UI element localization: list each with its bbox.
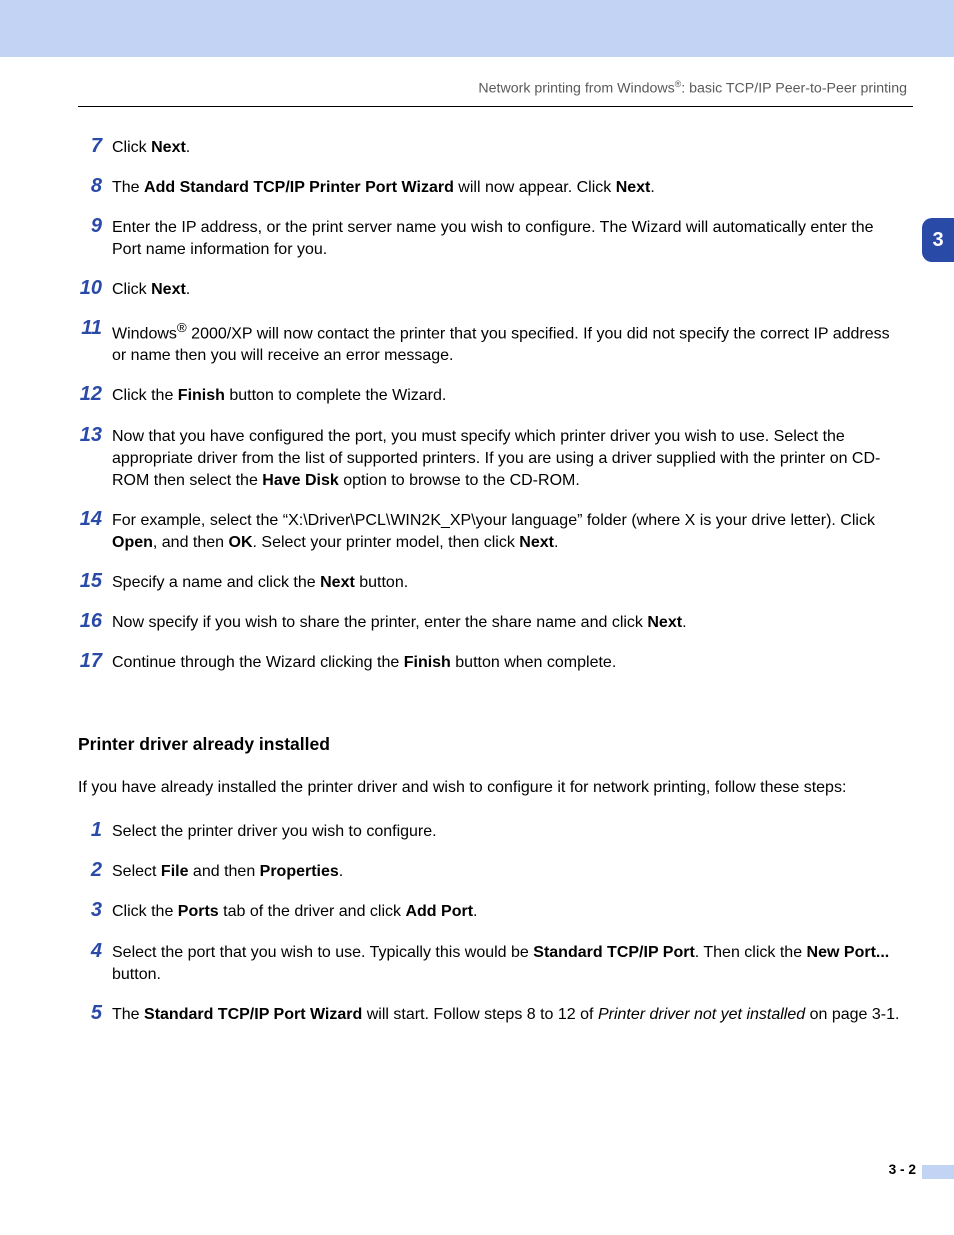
step-number: 10: [78, 278, 112, 299]
header-divider: [78, 106, 913, 107]
running-header: Network printing from Windows®: basic TC…: [78, 78, 913, 100]
step-text: Now that you have configured the port, y…: [112, 426, 903, 492]
step-text: Select the printer driver you wish to co…: [112, 821, 903, 843]
step-item: 5The Standard TCP/IP Port Wizard will st…: [78, 1004, 903, 1026]
step-item: 3Click the Ports tab of the driver and c…: [78, 901, 903, 923]
page-number: 3 - 2: [889, 1162, 916, 1177]
step-text: Specify a name and click the Next button…: [112, 572, 903, 594]
step-item: 11Windows® 2000/XP will now contact the …: [78, 319, 903, 367]
step-text: Click the Finish button to complete the …: [112, 385, 903, 407]
step-text: Select the port that you wish to use. Ty…: [112, 942, 903, 986]
step-item: 2Select File and then Properties.: [78, 861, 903, 883]
step-text: The Add Standard TCP/IP Printer Port Wiz…: [112, 177, 903, 199]
step-text: Windows® 2000/XP will now contact the pr…: [112, 319, 903, 367]
step-item: 7Click Next.: [78, 137, 903, 159]
step-text: For example, select the “X:\Driver\PCL\W…: [112, 510, 903, 554]
footer-accent: [922, 1165, 954, 1179]
step-number: 11: [78, 318, 112, 339]
step-item: 10Click Next.: [78, 279, 903, 301]
step-number: 14: [78, 509, 112, 530]
step-text: Click Next.: [112, 279, 903, 301]
chapter-tab: 3: [922, 218, 954, 262]
steps-list-b: 1Select the printer driver you wish to c…: [78, 821, 903, 1025]
step-number: 16: [78, 611, 112, 632]
running-header-post: : basic TCP/IP Peer-to-Peer printing: [681, 81, 907, 97]
step-item: 14For example, select the “X:\Driver\PCL…: [78, 510, 903, 554]
top-accent-stripe: [0, 0, 954, 57]
step-text: Select File and then Properties.: [112, 861, 903, 883]
step-number: 1: [78, 820, 112, 841]
step-number: 17: [78, 651, 112, 672]
running-header-pre: Network printing from Windows: [478, 81, 674, 97]
step-text: Continue through the Wizard clicking the…: [112, 652, 903, 674]
step-item: 13Now that you have configured the port,…: [78, 426, 903, 492]
step-number: 7: [78, 136, 112, 157]
step-item: 1Select the printer driver you wish to c…: [78, 821, 903, 843]
step-number: 15: [78, 571, 112, 592]
step-number: 9: [78, 216, 112, 237]
step-text: Click the Ports tab of the driver and cl…: [112, 901, 903, 923]
step-number: 12: [78, 384, 112, 405]
step-item: 8The Add Standard TCP/IP Printer Port Wi…: [78, 177, 903, 199]
step-number: 3: [78, 900, 112, 921]
step-text: Click Next.: [112, 137, 903, 159]
step-item: 4Select the port that you wish to use. T…: [78, 942, 903, 986]
section-intro: If you have already installed the printe…: [78, 777, 903, 799]
section-heading: Printer driver already installed: [78, 734, 913, 755]
step-item: 9Enter the IP address, or the print serv…: [78, 217, 903, 261]
step-number: 2: [78, 860, 112, 881]
step-number: 5: [78, 1003, 112, 1024]
step-text: Enter the IP address, or the print serve…: [112, 217, 903, 261]
step-text: Now specify if you wish to share the pri…: [112, 612, 903, 634]
step-item: 16Now specify if you wish to share the p…: [78, 612, 903, 634]
page-content: Network printing from Windows®: basic TC…: [78, 78, 913, 1044]
step-number: 13: [78, 425, 112, 446]
step-item: 17Continue through the Wizard clicking t…: [78, 652, 903, 674]
document-page: 3 Network printing from Windows®: basic …: [0, 0, 954, 1235]
step-item: 12Click the Finish button to complete th…: [78, 385, 903, 407]
steps-list-a: 7Click Next.8The Add Standard TCP/IP Pri…: [78, 137, 903, 675]
step-text: The Standard TCP/IP Port Wizard will sta…: [112, 1004, 903, 1026]
step-number: 4: [78, 941, 112, 962]
step-number: 8: [78, 176, 112, 197]
step-item: 15Specify a name and click the Next butt…: [78, 572, 903, 594]
